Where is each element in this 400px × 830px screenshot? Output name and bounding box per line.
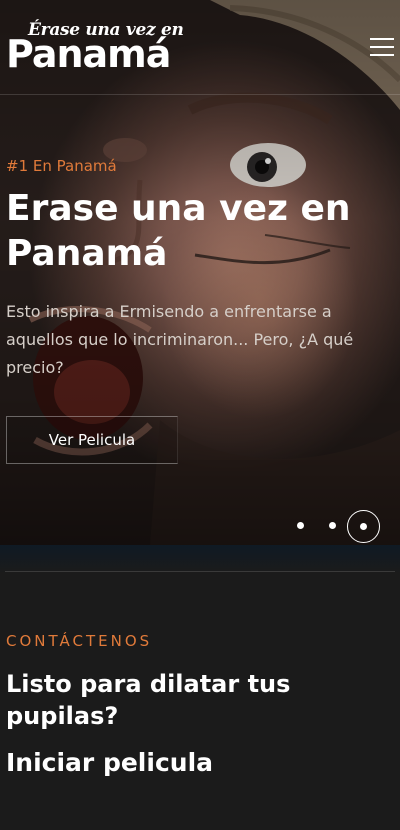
logo-main-text: Panamá	[6, 32, 171, 76]
contact-title: Listo para dilatar tus pupilas?	[6, 670, 291, 730]
hero-eyebrow: #1 En Panamá	[6, 157, 117, 175]
slide-dot-2[interactable]	[329, 522, 336, 529]
slide-dot-1[interactable]	[297, 522, 304, 529]
hero-title: Erase una vez en Panamá	[6, 188, 351, 274]
watch-movie-button[interactable]: Ver Pelicula	[6, 416, 178, 464]
hero-description: Esto inspira a Ermisendo a enfrentarse a…	[6, 302, 354, 377]
section-divider	[5, 571, 395, 572]
header-divider	[0, 94, 400, 95]
slide-dot-3-active[interactable]	[347, 510, 380, 543]
slider-pagination	[290, 510, 385, 543]
site-logo[interactable]: Érase una vez en Panamá	[6, 20, 184, 80]
hero-bottom-band	[0, 545, 400, 573]
contact-eyebrow: CONTÁCTENOS	[6, 632, 153, 650]
start-movie-link[interactable]: Iniciar pelicula	[6, 748, 213, 777]
hamburger-menu-icon[interactable]	[370, 38, 396, 58]
